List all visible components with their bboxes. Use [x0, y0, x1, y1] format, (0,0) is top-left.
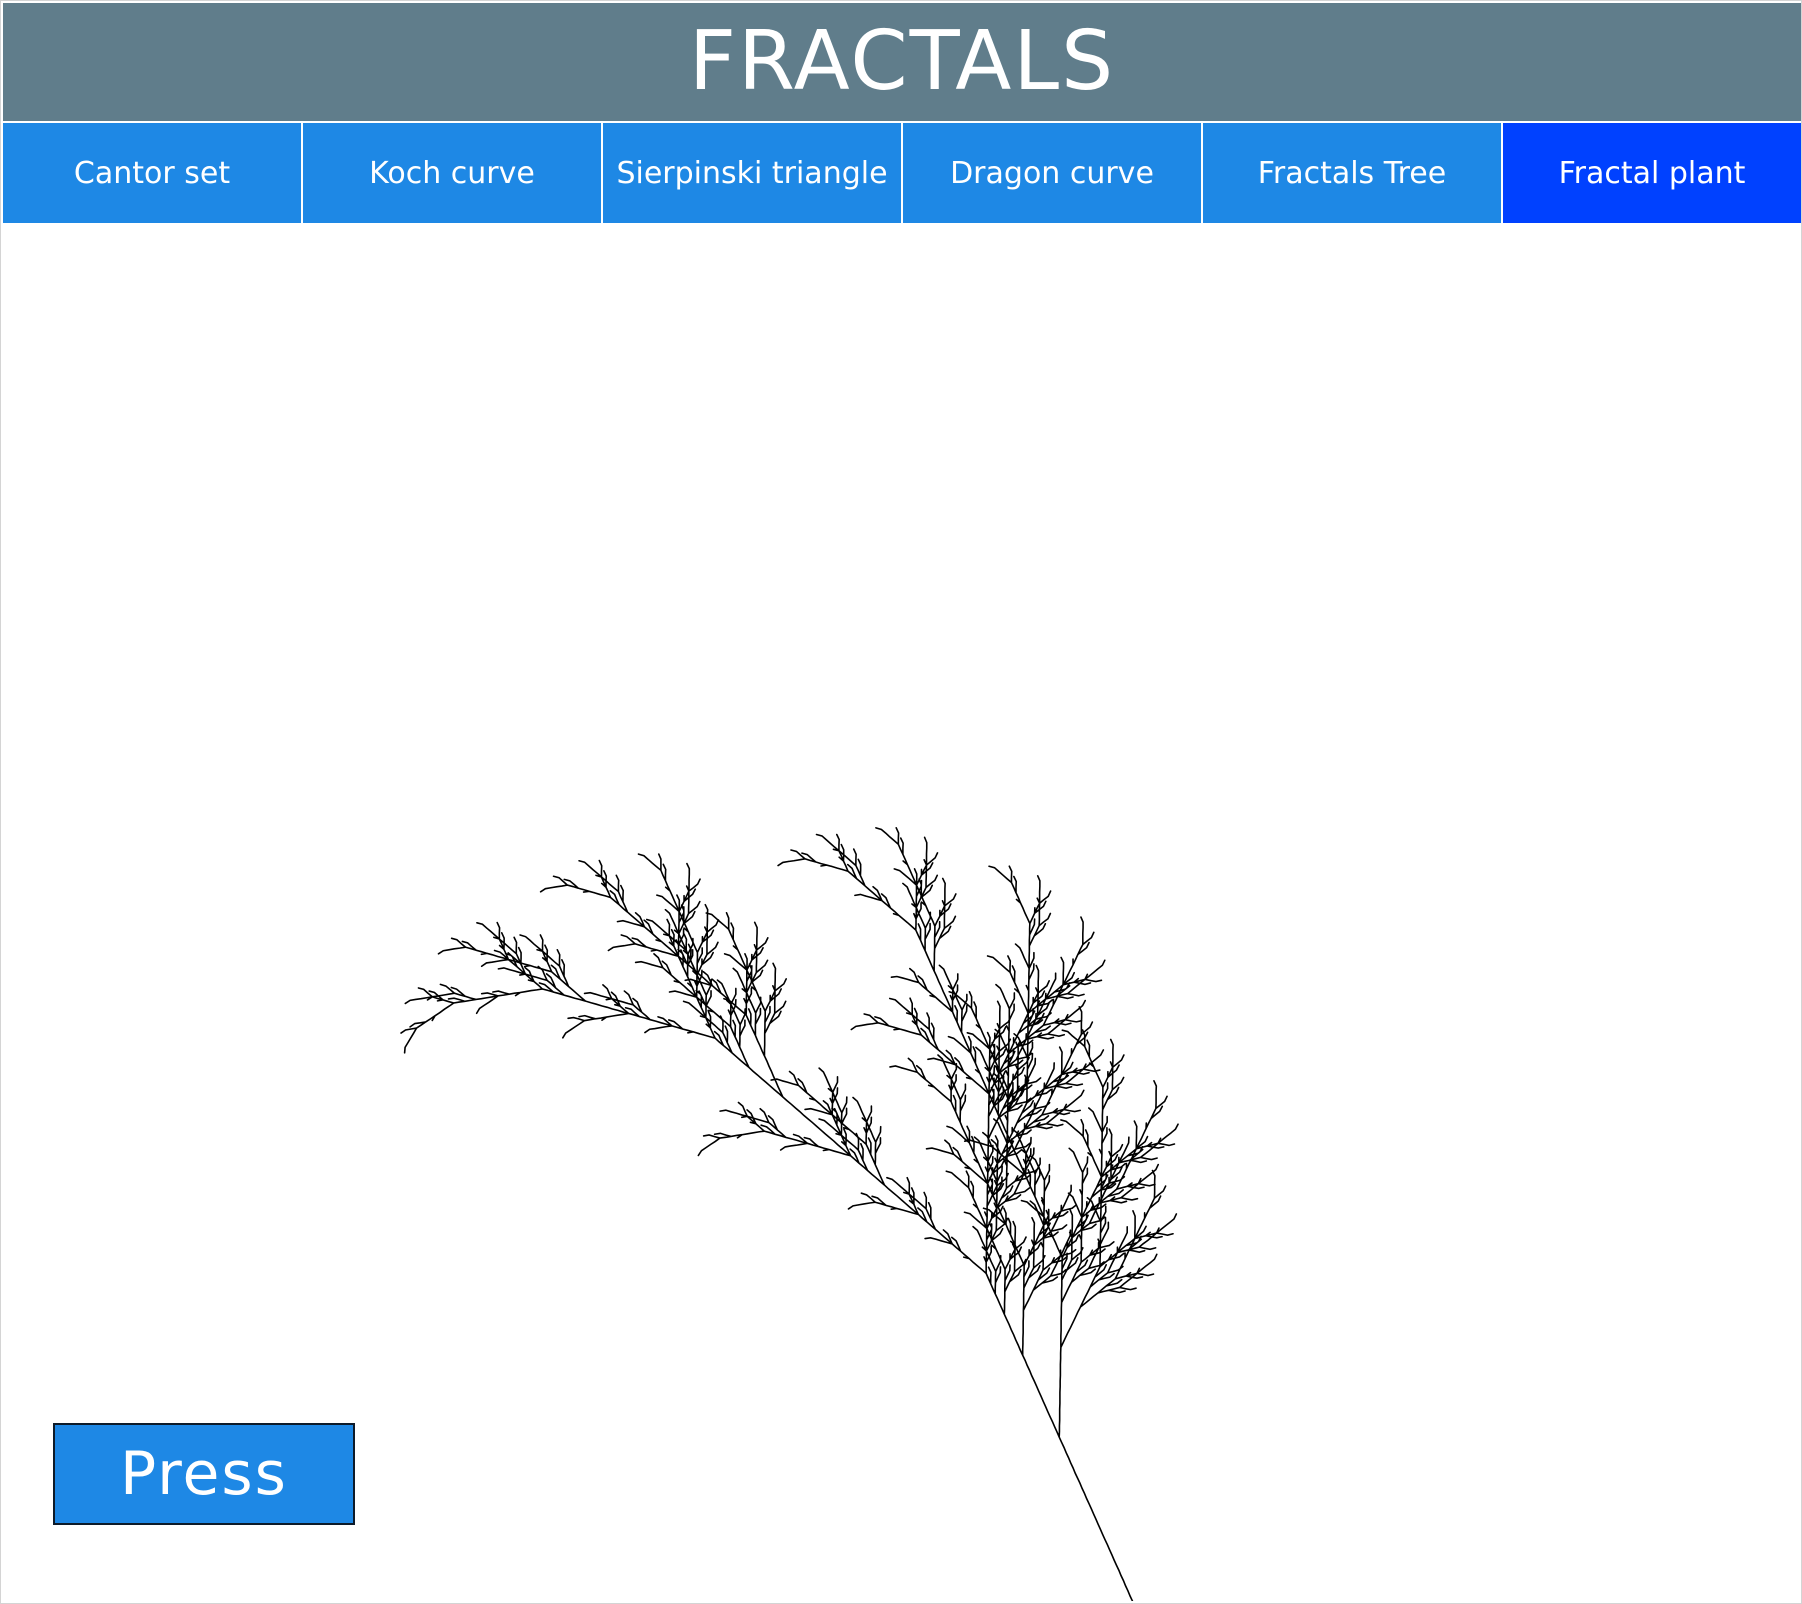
tab-label: Sierpinski triangle: [616, 155, 888, 191]
title-bar: FRACTALS: [3, 3, 1801, 121]
tab-label: Dragon curve: [950, 155, 1154, 191]
tab-label: Cantor set: [73, 155, 231, 191]
tab-cantor-set[interactable]: Cantor set: [3, 123, 301, 223]
fractal-tabs: Cantor set Koch curve Sierpinski triangl…: [3, 123, 1801, 223]
plant-group: [400, 827, 1179, 1601]
tab-sierpinski-triangle[interactable]: Sierpinski triangle: [603, 123, 901, 223]
tab-fractal-plant[interactable]: Fractal plant: [1503, 123, 1801, 223]
tab-dragon-curve[interactable]: Dragon curve: [903, 123, 1201, 223]
tab-fractals-tree[interactable]: Fractals Tree: [1203, 123, 1501, 223]
tab-koch-curve[interactable]: Koch curve: [303, 123, 601, 223]
app-window: FRACTALS Cantor set Koch curve Sierpinsk…: [0, 0, 1802, 1604]
press-button-label: Press: [120, 1439, 288, 1509]
app-title: FRACTALS: [688, 14, 1116, 109]
plant-branches: [400, 827, 1179, 1601]
press-button[interactable]: Press: [53, 1423, 355, 1525]
tab-label: Fractal plant: [1558, 155, 1746, 191]
fractal-plant-drawing: [400, 827, 1179, 1601]
drawing-canvas: [3, 225, 1801, 1601]
tab-label: Koch curve: [369, 155, 535, 191]
tab-label: Fractals Tree: [1257, 155, 1447, 191]
